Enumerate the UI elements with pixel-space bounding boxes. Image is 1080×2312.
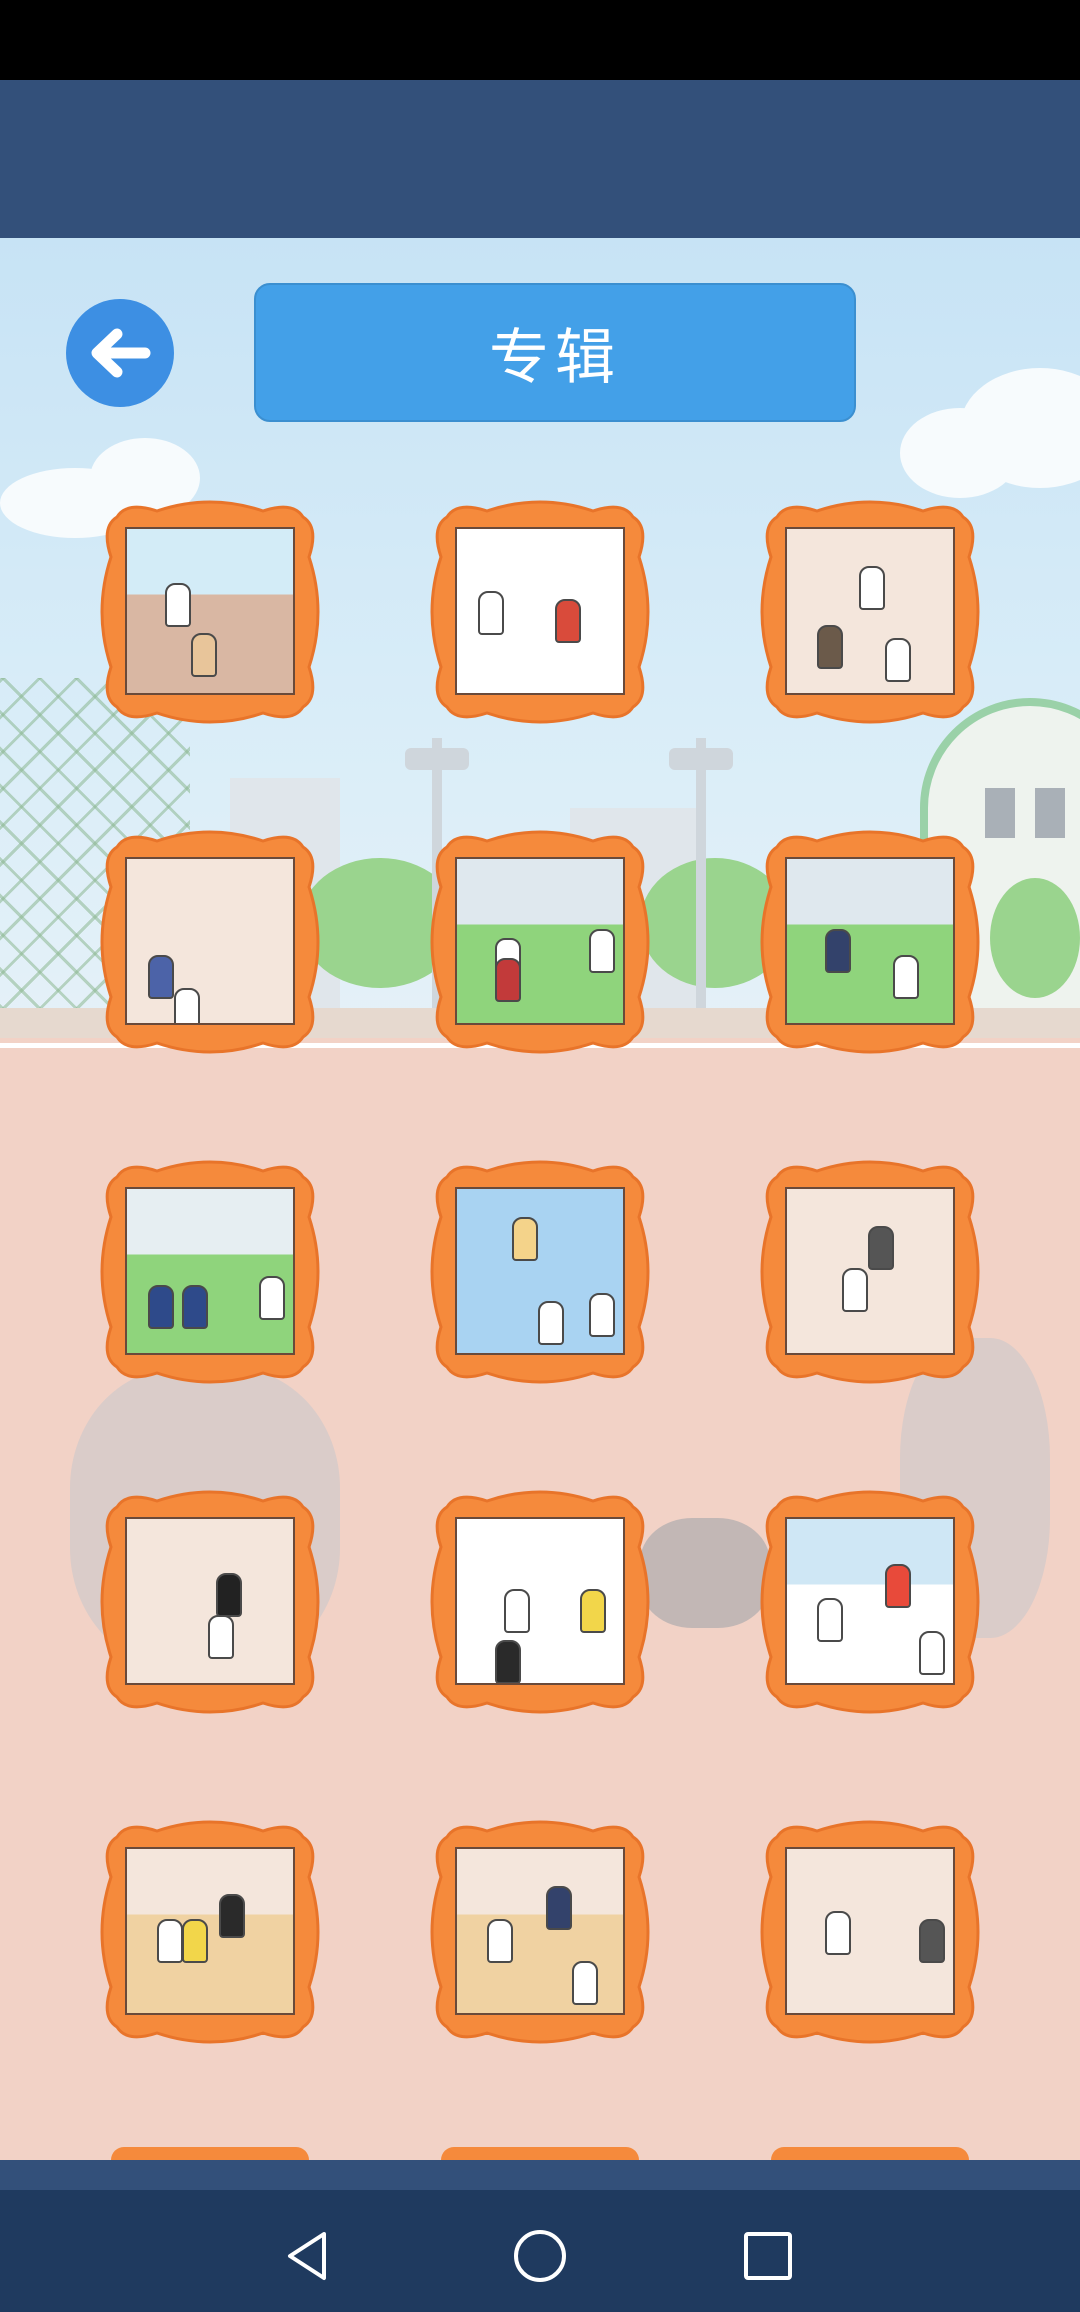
character-figure	[918, 1919, 945, 1964]
album-thumbnail	[785, 857, 955, 1025]
nav-strip	[0, 2160, 1080, 2190]
album-frame-partial	[771, 2147, 969, 2160]
character-figure	[884, 638, 911, 683]
character-figure	[156, 1919, 183, 1964]
circle-home-icon	[514, 2230, 566, 2282]
character-figure	[182, 1919, 208, 1964]
album-frame-hallway-door[interactable]	[97, 827, 323, 1057]
nav-back-button[interactable]	[278, 2226, 338, 2286]
character-figure	[512, 1217, 538, 1262]
album-frame-piano-room[interactable]	[97, 1487, 323, 1717]
character-figure	[182, 1284, 208, 1329]
character-figure	[173, 988, 200, 1023]
square-recents-icon	[744, 2232, 792, 2280]
album-thumbnail	[785, 1187, 955, 1355]
cloud	[900, 408, 1020, 498]
character-figure	[816, 1597, 843, 1642]
character-figure	[859, 565, 885, 610]
top-band	[0, 80, 1080, 238]
character-figure	[893, 954, 919, 999]
character-figure	[554, 599, 581, 644]
album-thumbnail	[125, 527, 295, 695]
character-figure	[918, 1631, 945, 1676]
album-thumbnail	[455, 857, 625, 1025]
character-figure	[216, 1572, 242, 1617]
album-thumbnail	[455, 527, 625, 695]
album-thumbnail	[455, 1847, 625, 2015]
album-frame-park-fight[interactable]	[97, 1157, 323, 1387]
character-figure	[867, 1225, 894, 1270]
character-figure	[148, 1284, 174, 1329]
character-figure	[503, 1589, 530, 1634]
album-frame-stretcher[interactable]	[757, 1487, 983, 1717]
nav-recents-button[interactable]	[738, 2226, 798, 2286]
album-frame-partial	[441, 2147, 639, 2160]
character-figure	[546, 1885, 572, 1930]
character-figure	[816, 624, 843, 669]
album-thumbnail	[455, 1187, 625, 1355]
album-frame-doorway[interactable]	[757, 1817, 983, 2047]
album-thumbnail	[125, 1517, 295, 1685]
album-frame-track-fall[interactable]	[97, 497, 323, 727]
status-bar	[0, 0, 1080, 80]
album-thumbnail	[125, 1187, 295, 1355]
character-figure	[588, 1293, 615, 1337]
album-frame-partial	[111, 2147, 309, 2160]
album-frame-strongman[interactable]	[427, 497, 653, 727]
character-figure	[207, 1614, 234, 1659]
triangle-back-icon	[288, 2232, 326, 2280]
character-figure	[486, 1919, 513, 1964]
character-figure	[825, 1911, 851, 1955]
album-frame-cafeteria-pole[interactable]	[97, 1817, 323, 2047]
album-frame-classroom-table[interactable]	[757, 497, 983, 727]
album-thumbnail	[785, 1517, 955, 1685]
character-figure	[165, 582, 191, 627]
character-figure	[495, 957, 521, 1002]
character-figure	[190, 633, 217, 677]
album-frame-lab-skeleton[interactable]	[427, 1157, 653, 1387]
album-thumbnail	[125, 857, 295, 1025]
character-figure	[571, 1961, 598, 2006]
gym-window	[985, 788, 1015, 838]
album-thumbnail	[785, 527, 955, 695]
light-pole	[696, 738, 706, 1018]
album-thumbnail	[125, 1847, 295, 2015]
character-figure	[537, 1301, 564, 1346]
floodlight	[669, 748, 733, 770]
character-figure	[478, 591, 504, 635]
floodlight	[405, 748, 469, 770]
character-figure	[588, 929, 615, 974]
album-thumbnail	[785, 1847, 955, 2015]
character-figure	[825, 929, 851, 974]
album-frame-garden-bush[interactable]	[757, 827, 983, 1057]
character-figure	[258, 1276, 285, 1321]
runner-illustration	[640, 1518, 770, 1628]
album-frame-drum-room[interactable]	[757, 1157, 983, 1387]
gym-window	[1035, 788, 1065, 838]
album-frame-cafeteria-run[interactable]	[427, 1817, 653, 2047]
character-figure	[884, 1564, 911, 1609]
character-figure	[842, 1267, 868, 1312]
character-figure	[219, 1894, 246, 1939]
character-figure	[495, 1639, 521, 1683]
album-frame-garden-chase[interactable]	[427, 827, 653, 1057]
page-title: 专辑	[489, 323, 621, 393]
nav-home-button[interactable]	[510, 2226, 570, 2286]
character-figure	[580, 1589, 606, 1634]
title-banner: 专辑	[254, 283, 856, 422]
album-frame-couple[interactable]	[427, 1487, 653, 1717]
character-figure	[148, 954, 174, 999]
bush	[990, 878, 1080, 998]
album-thumbnail	[455, 1517, 625, 1685]
back-button[interactable]	[66, 299, 174, 407]
arrow-left-icon	[91, 328, 151, 378]
